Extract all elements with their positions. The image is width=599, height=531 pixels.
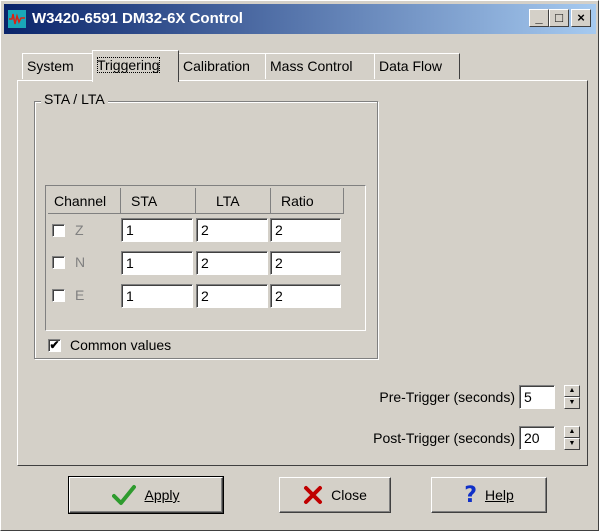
tab-data-flow[interactable]: Data Flow xyxy=(374,53,460,79)
close-button[interactable]: Close xyxy=(279,477,391,513)
question-icon: ? xyxy=(464,482,477,508)
app-icon xyxy=(8,10,26,28)
tab-system-label: System xyxy=(27,58,74,74)
tab-triggering[interactable]: Triggering xyxy=(92,50,179,82)
control-window: W3420-6591 DM32-6X Control _ □ × System … xyxy=(0,0,599,531)
tab-join xyxy=(97,79,175,82)
apply-button[interactable]: Apply xyxy=(68,476,224,514)
tab-mass-control-label: Mass Control xyxy=(270,58,353,74)
tab-calibration-label: Calibration xyxy=(183,58,250,74)
close-label: Close xyxy=(331,487,367,503)
tab-triggering-label: Triggering xyxy=(97,57,160,73)
tab-mass-control[interactable]: Mass Control xyxy=(265,53,375,79)
tab-data-flow-label: Data Flow xyxy=(379,58,443,74)
title-bar[interactable]: W3420-6591 DM32-6X Control _ □ × xyxy=(4,4,596,34)
x-icon xyxy=(304,486,323,504)
minimize-button[interactable]: _ xyxy=(529,9,549,27)
apply-label: Apply xyxy=(144,487,179,503)
tab-calibration[interactable]: Calibration xyxy=(178,53,266,79)
tab-system[interactable]: System xyxy=(22,53,93,79)
sta-lta-group-title: STA / LTA xyxy=(41,91,108,107)
checkmark-icon xyxy=(112,485,137,505)
maximize-button[interactable]: □ xyxy=(549,9,569,27)
triggering-panel xyxy=(17,80,588,466)
apply-label-text: Apply xyxy=(144,487,180,503)
close-window-button[interactable]: × xyxy=(571,9,591,27)
help-button[interactable]: ? Help xyxy=(431,477,547,513)
help-label: Help xyxy=(484,487,514,503)
window-title: W3420-6591 DM32-6X Control xyxy=(32,10,243,27)
